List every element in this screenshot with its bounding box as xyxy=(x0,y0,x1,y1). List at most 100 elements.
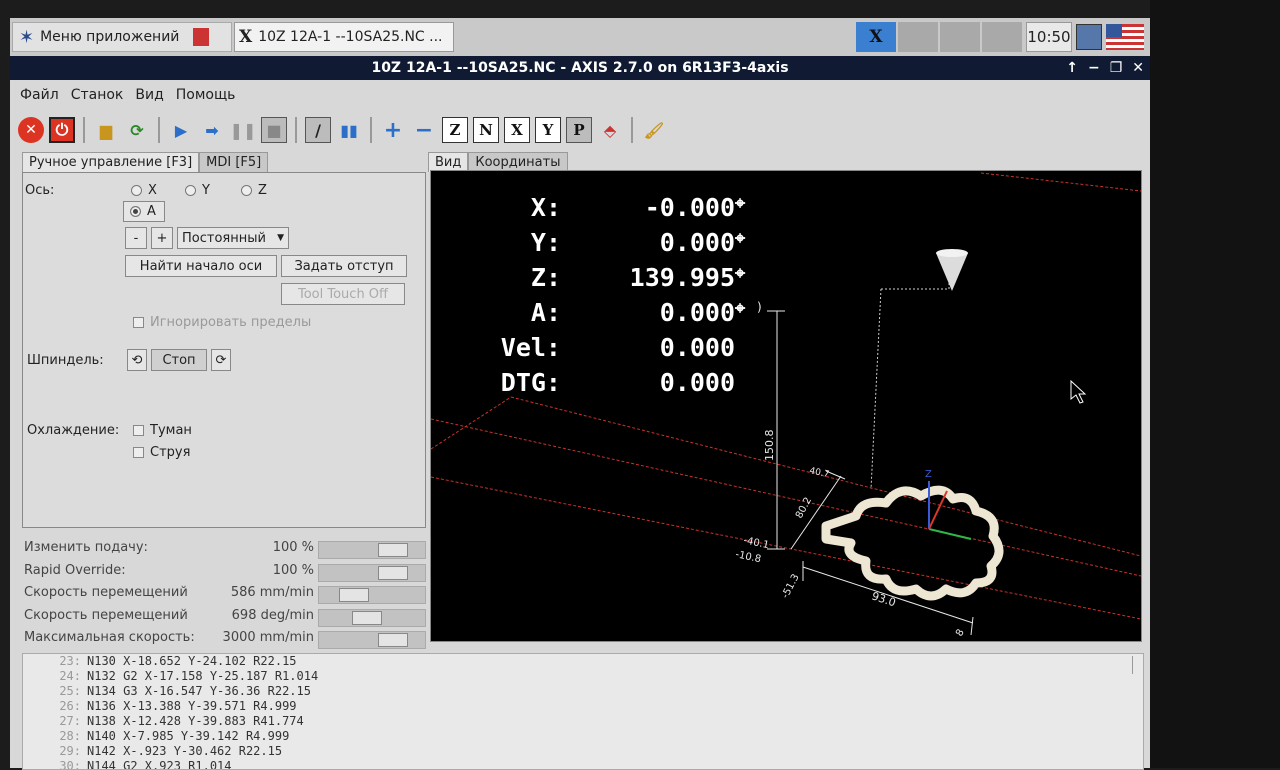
slider-thumb[interactable] xyxy=(378,543,408,557)
axis-radio-z[interactable]: Z xyxy=(241,183,267,198)
network-icon[interactable] xyxy=(1076,24,1102,50)
override-slider[interactable] xyxy=(318,608,426,627)
gcode-line-number: 24: xyxy=(59,669,81,683)
view-perspective-button[interactable]: P xyxy=(566,117,592,143)
jog-mode-select[interactable]: Постоянный ▼ xyxy=(177,227,289,249)
apps-menu-button[interactable]: ✶ Меню приложений xyxy=(12,22,232,52)
jog-minus-button[interactable]: - xyxy=(125,227,147,249)
menu-file[interactable]: Файл xyxy=(20,87,59,103)
view-z-rotated-button[interactable]: N xyxy=(473,117,499,143)
maximize-icon[interactable]: ❐ xyxy=(1110,56,1123,80)
keyboard-layout-flag-icon[interactable] xyxy=(1106,24,1144,50)
override-slider[interactable] xyxy=(318,631,426,649)
gcode-line[interactable]: 29: N142 X-.923 Y-30.462 R22.15 xyxy=(23,744,1143,759)
spindle-label: Шпиндель: xyxy=(27,353,104,368)
slider-thumb[interactable] xyxy=(378,565,408,580)
clear-backplot-button[interactable]: 🖌 xyxy=(641,117,667,143)
spindle-stop-button[interactable]: Стоп xyxy=(151,349,207,371)
gcode-line[interactable]: 24: N132 G2 X-17.158 Y-25.187 R1.014 xyxy=(23,669,1143,684)
view-z-button[interactable]: Z xyxy=(442,117,468,143)
override-slider[interactable] xyxy=(318,563,426,582)
gcode-line-number: 23: xyxy=(59,654,81,668)
mist-label: Туман xyxy=(150,423,192,438)
tab-preview[interactable]: Вид xyxy=(428,152,469,172)
tool-cone-icon xyxy=(936,249,968,257)
toolpath-outline xyxy=(821,485,1004,601)
rapid-path xyxy=(881,281,950,290)
jog-mode-value: Постоянный xyxy=(182,230,266,246)
menu-machine[interactable]: Станок xyxy=(71,87,124,103)
gcode-line[interactable]: 30: N144 G2 X.923 R1.014 xyxy=(23,759,1143,769)
dro-overlay: X: -0.000 ⌖ Y: 0.000 ⌖ Z: 139.995 ⌖ A: 0.000 ⌖ Vel: 0… xyxy=(489,193,753,403)
override-slider[interactable] xyxy=(318,586,426,604)
tool-touch-off-button[interactable]: Tool Touch Off xyxy=(281,283,405,305)
logout-icon[interactable] xyxy=(193,28,210,46)
workspace-3[interactable] xyxy=(940,22,980,52)
gcode-line[interactable]: 27: N138 X-12.428 Y-39.883 R41.774 xyxy=(23,714,1143,729)
gcode-line[interactable]: 23: N130 X-18.652 Y-24.102 R22.15 xyxy=(23,654,1143,669)
gcode-line[interactable]: 26: N136 X-13.388 Y-39.571 R4.999 xyxy=(23,699,1143,714)
optional-stop-button[interactable]: ▮▮ xyxy=(336,117,362,143)
clock[interactable]: 10:50 xyxy=(1026,22,1072,52)
touch-off-button[interactable]: Задать отступ xyxy=(281,255,407,277)
slider-thumb[interactable] xyxy=(352,610,382,625)
gcode-line[interactable]: 25: N134 G3 X-16.547 Y-36.36 R22.15 xyxy=(23,684,1143,699)
override-slider[interactable] xyxy=(318,541,426,559)
gcode-scrollbar[interactable] xyxy=(1132,656,1141,674)
gcode-listing[interactable]: 23: N130 X-18.652 Y-24.102 R22.15 24: N132 … xyxy=(22,653,1144,770)
pause-button[interactable]: ❚❚ xyxy=(230,117,257,143)
shade-icon[interactable]: ↑ xyxy=(1066,56,1078,80)
workspace-4[interactable] xyxy=(982,22,1022,52)
flood-label: Струя xyxy=(150,445,191,460)
view-y-button[interactable]: Y xyxy=(535,117,561,143)
home-axis-button[interactable]: Найти начало оси xyxy=(125,255,277,277)
reload-button[interactable]: ⟳ xyxy=(124,117,150,143)
dro-row: X: -0.000 ⌖ xyxy=(489,193,753,228)
menu-view[interactable]: Вид xyxy=(135,87,163,103)
power-icon: ⏻ xyxy=(55,120,69,139)
rotate-button[interactable]: ⬘ xyxy=(597,117,623,143)
machine-power-button[interactable]: ⏻ xyxy=(49,117,75,143)
step-button[interactable]: ➡ xyxy=(199,117,225,143)
workspace-1[interactable]: X xyxy=(856,22,896,52)
ignore-limits-checkbox[interactable]: Игнорировать пределы xyxy=(133,315,311,330)
axis-radio-x[interactable]: X xyxy=(131,183,157,198)
toolpath-preview[interactable]: 150.8 ) 80.2 40.7 -40.1 -10.8 -51.3 93.0… xyxy=(430,170,1142,642)
workspace-switcher[interactable]: X xyxy=(856,22,1022,52)
dro-row: Z: 139.995 ⌖ xyxy=(489,263,753,298)
slider-thumb[interactable] xyxy=(378,633,408,647)
dro-row: Vel: 0.000 xyxy=(489,333,753,368)
gcode-line-number: 25: xyxy=(59,684,81,698)
tab-dro[interactable]: Координаты xyxy=(468,152,568,172)
ignore-limits-label: Игнорировать пределы xyxy=(150,315,312,330)
tab-manual[interactable]: Ручное управление [F3] xyxy=(22,152,200,172)
taskbar-window-button[interactable]: X 10Z 12A-1 --10SA25.NC ... xyxy=(234,22,454,52)
workspace-2[interactable] xyxy=(898,22,938,52)
run-button[interactable]: ▶ xyxy=(168,117,194,143)
block-delete-button[interactable]: / xyxy=(305,117,331,143)
gcode-line[interactable]: 28: N140 X-7.985 Y-39.142 R4.999 xyxy=(23,729,1143,744)
axis-radio-y[interactable]: Y xyxy=(185,183,210,198)
zoom-out-button[interactable]: − xyxy=(411,117,437,143)
gcode-line-number: 29: xyxy=(59,744,81,758)
spindle-reverse-button[interactable]: ⟲ xyxy=(127,349,147,371)
axis-radio-a[interactable]: A xyxy=(123,201,165,222)
width-start-label: -51.3 xyxy=(780,572,802,600)
dro-row: A: 0.000 ⌖ xyxy=(489,298,753,333)
menu-help[interactable]: Помощь xyxy=(176,87,236,103)
optional-stop-icon: ▮▮ xyxy=(340,120,358,140)
slider-thumb[interactable] xyxy=(339,588,369,602)
stop-button[interactable]: ■ xyxy=(261,117,287,143)
tab-mdi[interactable]: MDI [F5] xyxy=(199,152,269,172)
override-slider-value: 698 deg/min xyxy=(231,607,314,623)
spindle-forward-button[interactable]: ⟳ xyxy=(211,349,231,371)
zoom-in-button[interactable]: + xyxy=(380,117,406,143)
jog-plus-button[interactable]: + xyxy=(151,227,173,249)
mist-checkbox[interactable]: Туман xyxy=(133,423,192,438)
open-file-button[interactable]: ▆ xyxy=(93,117,119,143)
view-x-button[interactable]: X xyxy=(504,117,530,143)
close-icon[interactable]: ✕ xyxy=(1132,56,1144,80)
minimize-icon[interactable]: − xyxy=(1088,56,1100,80)
flood-checkbox[interactable]: Струя xyxy=(133,445,190,460)
estop-button[interactable]: ✕ xyxy=(18,117,44,143)
